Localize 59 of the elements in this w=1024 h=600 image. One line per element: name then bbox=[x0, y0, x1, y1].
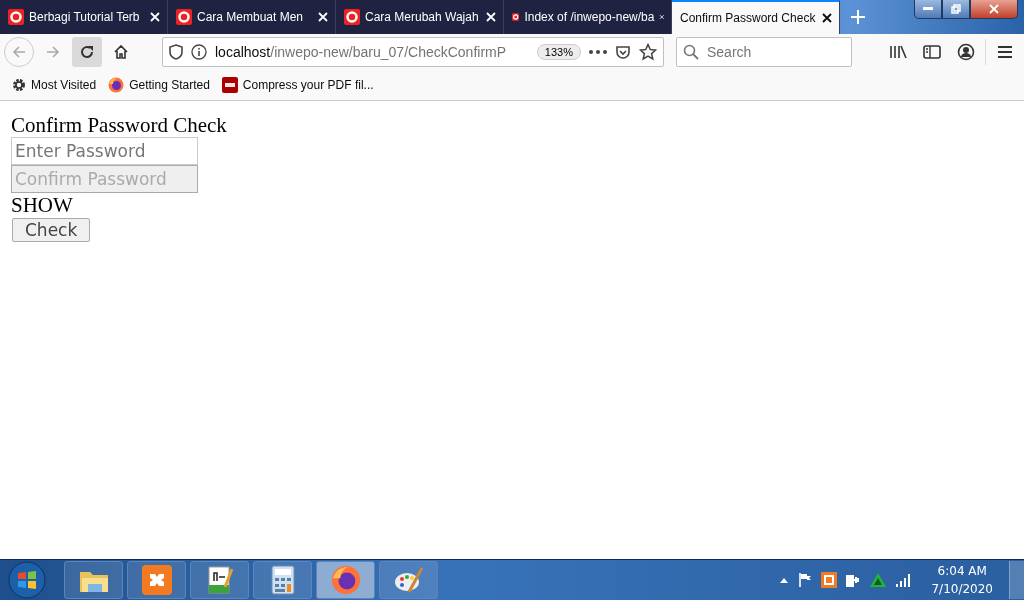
bookmark-link[interactable]: Compress your PDF fil... bbox=[242, 78, 374, 92]
star-icon[interactable] bbox=[639, 43, 657, 61]
taskbar-app-button[interactable] bbox=[190, 561, 249, 599]
new-tab-icon[interactable] bbox=[850, 9, 866, 25]
close-icon[interactable] bbox=[821, 12, 833, 24]
more-icon[interactable] bbox=[589, 50, 607, 54]
reload-button[interactable] bbox=[72, 37, 102, 67]
account-icon bbox=[957, 43, 975, 61]
gear-icon bbox=[12, 78, 26, 92]
calculator-icon bbox=[270, 565, 295, 595]
sidebar-icon bbox=[923, 44, 941, 60]
restore-icon bbox=[951, 4, 961, 14]
back-arrow-icon bbox=[11, 44, 27, 60]
address-bar[interactable]: localhost/inwepo-new/baru_07/CheckConfirmP 133% bbox=[162, 37, 664, 67]
taskbar-app-button[interactable] bbox=[379, 561, 438, 599]
bookmark-link[interactable]: Getting Started bbox=[129, 78, 210, 92]
info-icon[interactable] bbox=[191, 44, 207, 60]
shield-icon bbox=[169, 44, 183, 60]
palette-icon bbox=[392, 565, 425, 595]
home-icon bbox=[113, 44, 129, 60]
forward-arrow-icon bbox=[45, 44, 61, 60]
flag-icon[interactable] bbox=[797, 572, 814, 588]
pocket-icon[interactable] bbox=[615, 44, 631, 60]
bookmark-link[interactable]: Most Visited bbox=[31, 78, 97, 92]
taskbar-app-button[interactable] bbox=[316, 561, 375, 599]
taskbar-app-button[interactable] bbox=[127, 561, 186, 599]
reload-icon bbox=[79, 44, 95, 60]
xampp-icon bbox=[141, 565, 172, 595]
search-field[interactable]: Search bbox=[676, 37, 852, 67]
restore-button[interactable] bbox=[942, 0, 970, 19]
zoom-level[interactable]: 133% bbox=[536, 44, 581, 60]
start-button[interactable] bbox=[6, 561, 48, 599]
minimize-icon bbox=[923, 7, 933, 11]
password-field[interactable]: Enter Password bbox=[11, 137, 198, 165]
library-icon bbox=[889, 44, 907, 60]
tab-favicon-icon bbox=[176, 9, 192, 25]
close-window-button[interactable] bbox=[970, 0, 1018, 19]
browser-tab[interactable]: Confirm Password Check bbox=[672, 0, 840, 34]
menu-icon bbox=[997, 45, 1013, 59]
minimize-button[interactable] bbox=[914, 0, 942, 19]
show-label: SHOW bbox=[11, 193, 74, 217]
pdf-icon bbox=[221, 77, 238, 93]
triangle-icon[interactable] bbox=[869, 572, 888, 588]
close-icon bbox=[988, 3, 1000, 15]
taskbar-app-button[interactable] bbox=[253, 561, 312, 599]
power-plug-icon[interactable] bbox=[845, 572, 862, 588]
firefox-icon bbox=[330, 565, 361, 595]
tray-expand-icon[interactable] bbox=[779, 576, 790, 584]
firefox-icon bbox=[108, 77, 125, 93]
page-heading: Confirm Password Check bbox=[11, 113, 228, 137]
search-icon bbox=[683, 44, 699, 60]
notepad-icon bbox=[205, 565, 234, 595]
taskbar-app-button[interactable] bbox=[64, 561, 123, 599]
xampp-tray-icon[interactable] bbox=[821, 572, 838, 588]
tab-favicon-icon bbox=[8, 9, 24, 25]
tab-favicon-icon bbox=[344, 9, 360, 25]
clock[interactable]: 6:04 AM 7/10/2020 bbox=[931, 562, 993, 598]
check-button[interactable]: Check bbox=[12, 218, 91, 242]
signal-icon[interactable] bbox=[895, 573, 912, 587]
